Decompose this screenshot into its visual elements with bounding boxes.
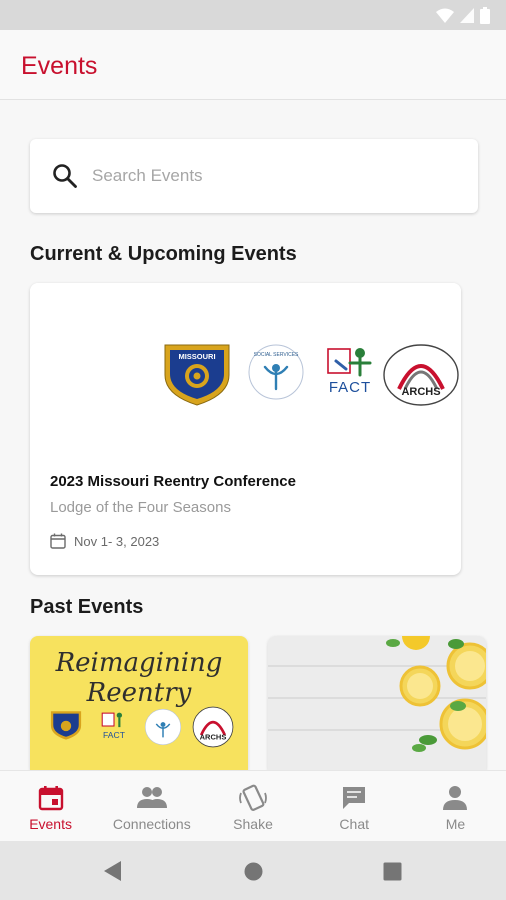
bottom-nav: Events Connections Shake Chat Me <box>0 770 506 841</box>
social-services-logo-text: SOCIAL SERVICES <box>254 352 299 358</box>
social-services-logo <box>144 708 182 746</box>
back-icon[interactable] <box>103 860 123 882</box>
wifi-icon <box>436 8 454 23</box>
app-bar: Events <box>0 30 506 100</box>
person-icon <box>440 783 470 813</box>
chat-icon <box>339 783 369 813</box>
fact-logo: FACT <box>101 712 126 740</box>
nav-label: Events <box>29 816 72 832</box>
missouri-badge-logo <box>50 711 82 740</box>
missouri-badge-logo: MISSOURI <box>164 344 230 406</box>
fact-logo-text: FACT <box>329 379 371 396</box>
event-date: Nov 1- 3, 2023 <box>74 533 160 549</box>
archs-logo-text: ARCHS <box>401 386 440 398</box>
nav-shake[interactable]: Shake <box>202 771 303 841</box>
search-box[interactable] <box>30 139 478 213</box>
missouri-logo-text: MISSOURI <box>178 352 215 361</box>
fact-logo: FACT <box>327 348 372 396</box>
status-bar <box>0 0 506 30</box>
battery-icon <box>480 7 490 24</box>
event-venue: Lodge of the Four Seasons <box>50 499 231 516</box>
shake-phone-icon <box>238 783 268 813</box>
archs-logo: ARCHS <box>383 344 459 406</box>
lemon-photo <box>268 636 486 770</box>
event-banner: MISSOURI SOCIAL SERVICES FACT ARCHS <box>30 283 461 455</box>
search-icon <box>53 164 77 188</box>
past-event-banner-text: Reimagining Reentry <box>55 648 223 708</box>
past-events-heading: Past Events <box>30 596 144 618</box>
system-nav-bar <box>0 841 506 900</box>
archs-logo: ARCHS <box>192 706 234 748</box>
people-icon <box>136 783 167 813</box>
archs-logo-text: ARCHS <box>200 732 227 741</box>
event-date-row: Nov 1- 3, 2023 <box>50 533 159 549</box>
nav-chat[interactable]: Chat <box>304 771 405 841</box>
event-name: 2023 Missouri Reentry Conference <box>50 473 296 490</box>
calendar-small-icon <box>50 533 66 549</box>
calendar-icon <box>36 783 66 813</box>
signal-icon <box>460 8 474 23</box>
past-event-card[interactable] <box>268 636 486 770</box>
page-title: Events <box>21 52 98 80</box>
nav-label: Chat <box>339 816 369 832</box>
home-icon[interactable] <box>244 862 263 881</box>
recents-icon[interactable] <box>383 862 402 881</box>
past-event-card[interactable]: Reimagining Reentry FACT ARCHS <box>30 636 248 770</box>
fact-logo-text: FACT <box>103 730 126 740</box>
search-area <box>0 101 506 231</box>
event-card[interactable]: MISSOURI SOCIAL SERVICES FACT ARCHS 2023… <box>30 283 461 575</box>
nav-connections[interactable]: Connections <box>101 771 202 841</box>
nav-events[interactable]: Events <box>0 771 101 841</box>
status-icons <box>436 7 490 24</box>
nav-label: Shake <box>233 816 273 832</box>
search-input[interactable] <box>92 161 452 191</box>
nav-label: Me <box>445 816 466 832</box>
current-events-heading: Current & Upcoming Events <box>30 243 297 265</box>
nav-label: Connections <box>112 816 191 832</box>
social-services-logo: SOCIAL SERVICES <box>248 344 304 400</box>
nav-me[interactable]: Me <box>405 771 506 841</box>
